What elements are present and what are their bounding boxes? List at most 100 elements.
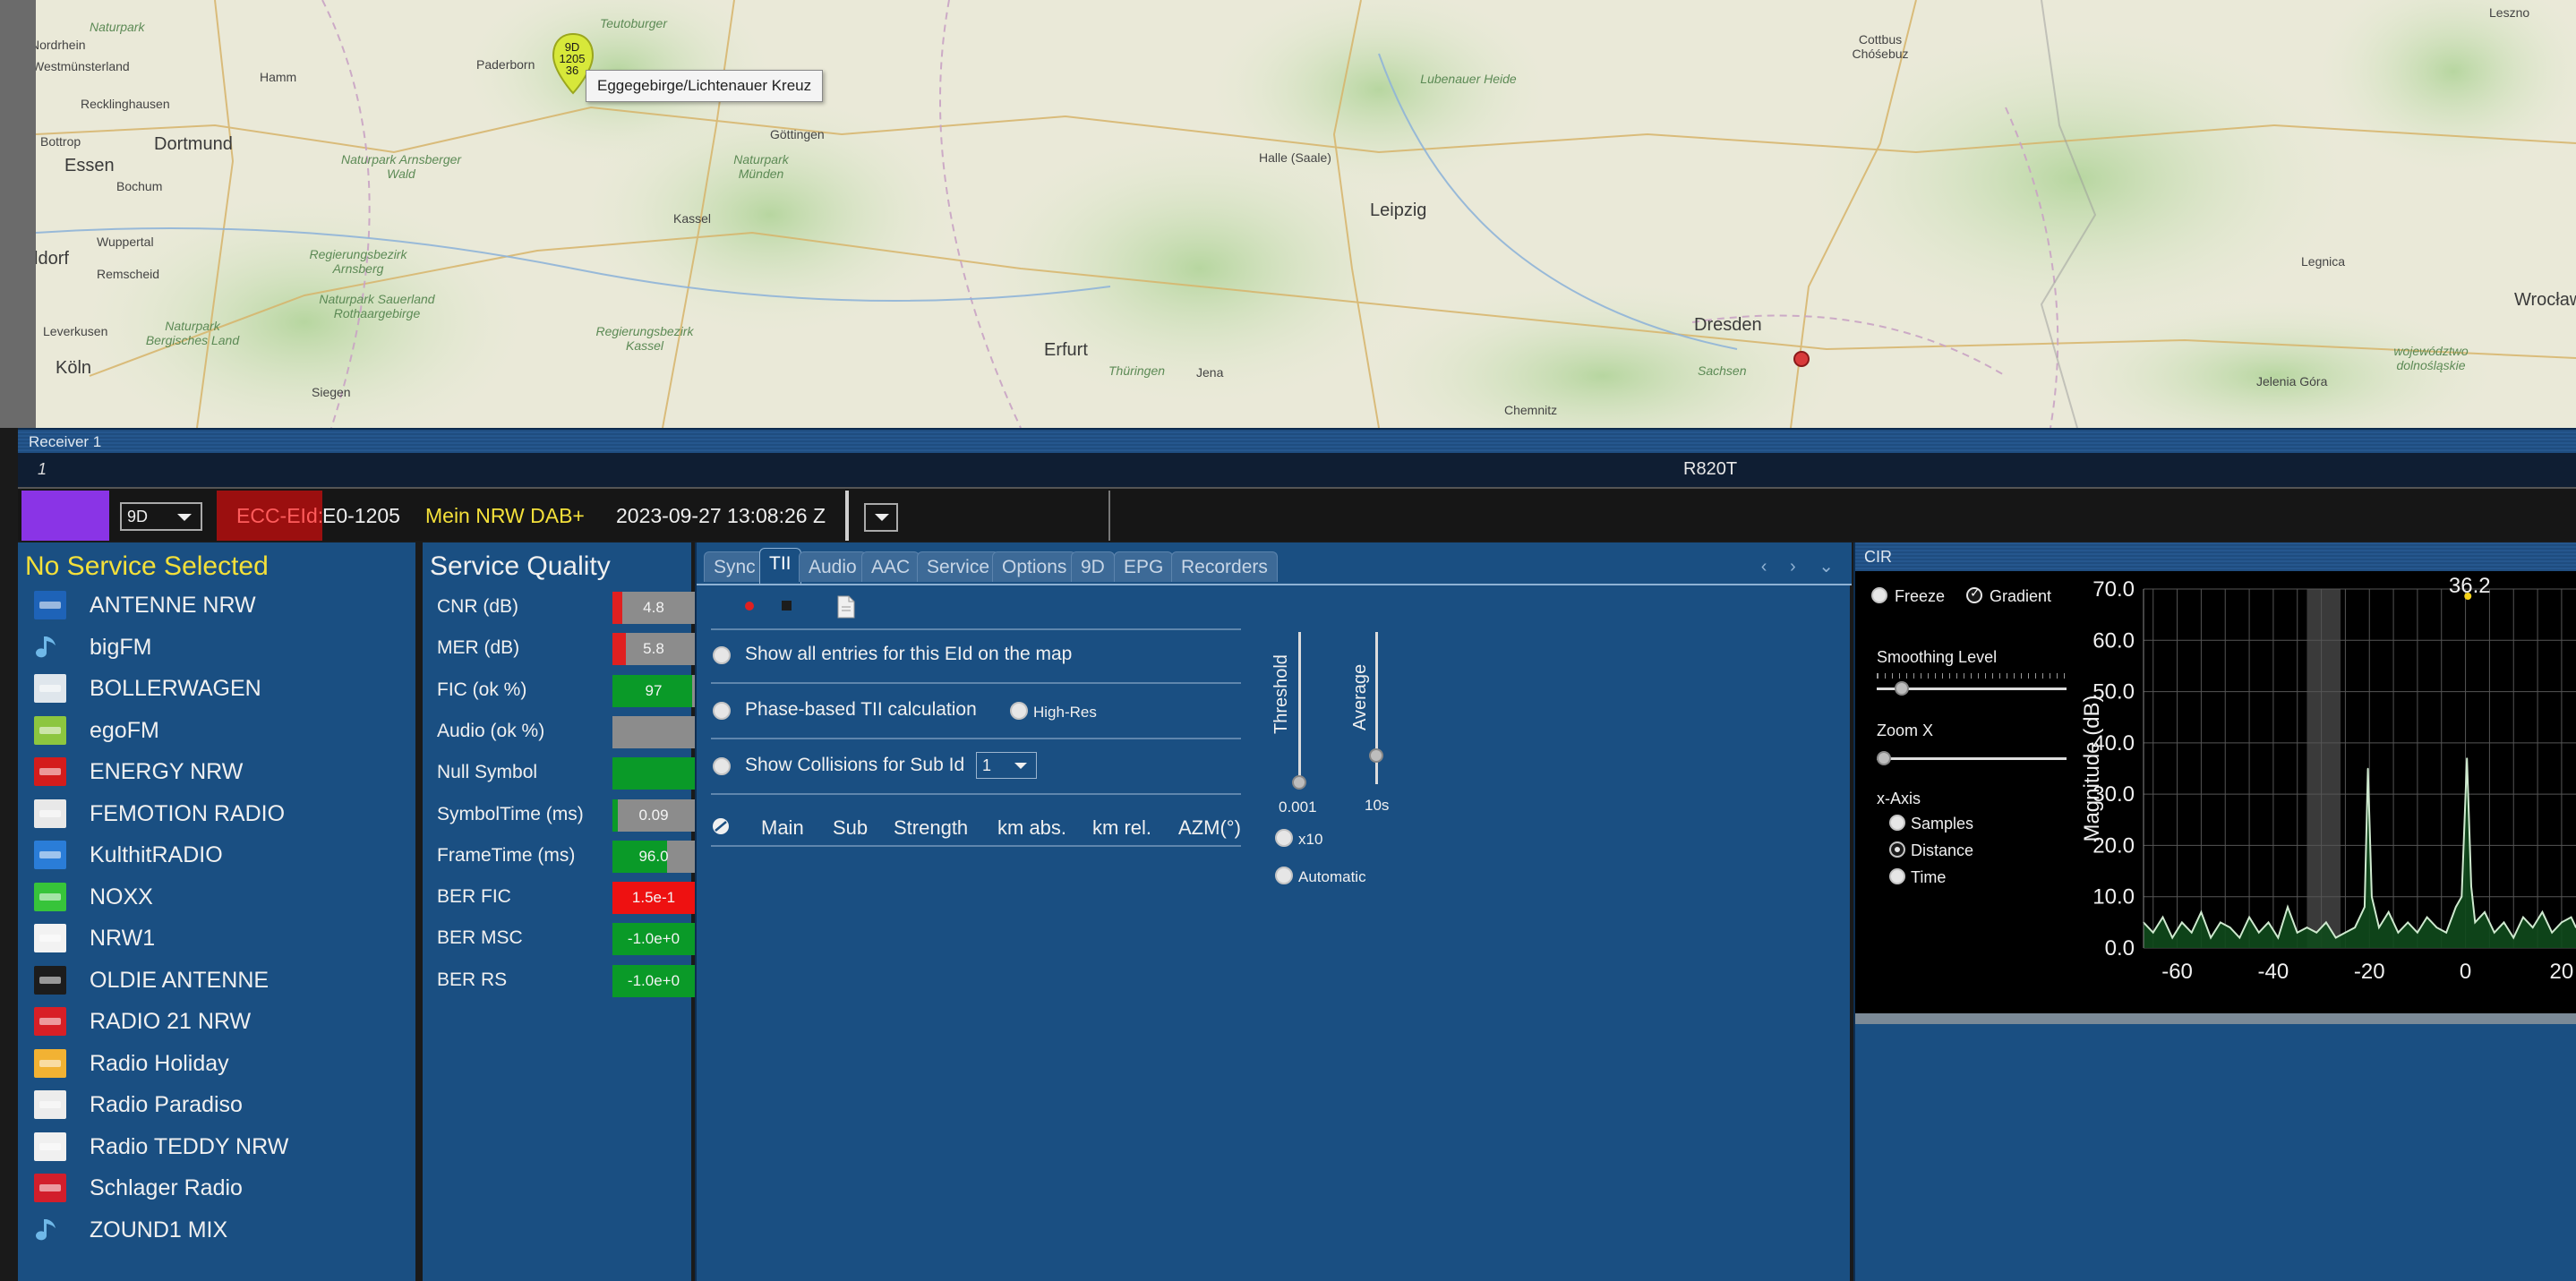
service-item[interactable]: RADIO 21 NRW (34, 1003, 410, 1039)
ensemble-menu-dropdown[interactable] (864, 503, 898, 532)
quality-value: 5.8 (643, 640, 664, 658)
column-header-azimuth[interactable]: AZM(°) (1178, 816, 1241, 840)
quality-label: Null Symbol (437, 762, 538, 783)
separator (711, 738, 1241, 739)
tab-9d[interactable]: 9D (1071, 551, 1115, 582)
tab-tii[interactable]: TII (759, 548, 801, 584)
service-quality-header: Service Quality (430, 551, 611, 581)
quality-value: 1.5e-1 (631, 889, 676, 907)
freeze-checkbox[interactable] (1871, 587, 1887, 603)
x-axis-distance-radio[interactable] (1889, 841, 1905, 858)
sub-id-select[interactable]: 1 (976, 752, 1037, 779)
service-item[interactable]: NOXX (34, 879, 410, 915)
service-item[interactable]: ANTENNE NRW (34, 587, 410, 623)
service-item[interactable]: OLDIE ANTENNE (34, 962, 410, 998)
cir-panel: CIR Freeze Gradient Smoothing Level Zoom… (1853, 542, 2576, 1281)
service-item[interactable]: egoFM (34, 713, 410, 748)
tab-sync[interactable]: Sync (704, 551, 766, 582)
tab-navigation[interactable]: ‹ › ⌄ (1761, 555, 1843, 577)
receiver-title: Receiver 1 (29, 433, 102, 450)
channel-select[interactable]: 9D (120, 502, 202, 531)
map-label-halle: Halle (Saale) (1259, 150, 1331, 165)
service-item[interactable]: BOLLERWAGEN (34, 670, 410, 706)
service-item[interactable]: FEMOTION RADIO (34, 796, 410, 832)
zoom-x-label: Zoom X (1877, 722, 1934, 739)
service-item[interactable]: Schlager Radio (34, 1170, 410, 1206)
tab-aac[interactable]: AAC (861, 551, 920, 582)
show-collisions-radio[interactable] (713, 757, 731, 775)
column-header-km-rel[interactable]: km rel. (1092, 816, 1151, 840)
service-item[interactable]: Radio Holiday (34, 1046, 410, 1081)
column-header-main[interactable]: Main (761, 816, 804, 840)
tab-service[interactable]: Service (917, 551, 1000, 582)
quality-label: FrameTime (ms) (437, 844, 576, 866)
gradient-checkbox[interactable] (1966, 586, 1982, 603)
tab-options[interactable]: Options (992, 551, 1077, 582)
x-axis-samples-radio[interactable] (1889, 815, 1905, 831)
cir-data-point (2387, 911, 2390, 913)
map-label-dresden: Dresden (1694, 315, 1762, 335)
receiver-title-bar[interactable]: Receiver 1 (18, 428, 2576, 453)
cir-data-point (2315, 932, 2317, 934)
high-res-radio[interactable] (1010, 702, 1028, 720)
document-icon[interactable] (834, 594, 858, 619)
average-slider-thumb[interactable] (1369, 748, 1383, 763)
service-item[interactable]: Radio Paradiso (34, 1087, 410, 1123)
map-label-rb-arnsberg: Regierungsbezirk Arnsberg (309, 247, 407, 276)
clear-icon[interactable] (711, 816, 731, 836)
transmitter-map[interactable]: Naturpark Nordrhein Westmünsterland Hamm… (36, 0, 2576, 428)
divider (1108, 491, 1110, 541)
zoom-x-slider-track[interactable] (1877, 757, 2067, 760)
stop-icon[interactable] (777, 596, 797, 616)
channel-select-value: 9D (127, 508, 149, 525)
threshold-label: Threshold (1271, 654, 1291, 734)
record-icon[interactable] (740, 596, 759, 616)
cir-line (2143, 757, 2576, 940)
cir-data-point (2258, 932, 2260, 934)
x-axis-time-label: Time (1911, 868, 1947, 886)
tab-audio[interactable]: Audio (799, 551, 867, 582)
cir-area (2144, 758, 2576, 948)
radio-logo-icon (34, 591, 66, 619)
cir-chart[interactable]: 0.010.020.030.040.050.060.070.0-60 -40 -20… (2079, 571, 2576, 1013)
map-label-wuppertal: Wuppertal (97, 235, 154, 249)
map-label-dortmund: Dortmund (154, 134, 233, 154)
service-item[interactable]: KulthitRADIO (34, 837, 410, 873)
smoothing-slider-thumb[interactable] (1895, 681, 1909, 696)
cir-splitter[interactable] (1855, 1013, 2576, 1024)
quality-bar: 4.8 (612, 592, 695, 624)
x10-radio[interactable] (1275, 829, 1293, 847)
service-item[interactable]: NRW1 (34, 920, 410, 956)
ecc-label: ECC-EId: (236, 504, 324, 527)
radio-logo-icon (34, 841, 66, 869)
location-marker-icon[interactable] (1793, 351, 1810, 367)
threshold-slider-track[interactable] (1298, 632, 1301, 784)
service-item[interactable]: ZOUND1 MIX (34, 1212, 410, 1248)
map-label-koln: Köln (56, 358, 92, 378)
service-item[interactable]: bigFM (34, 629, 410, 665)
map-label-jelenia: Jelenia Góra (2256, 374, 2328, 389)
map-label-dusseldorf: ldorf (36, 249, 69, 269)
cir-data-point (2470, 885, 2472, 888)
column-header-sub[interactable]: Sub (833, 816, 868, 840)
music-note-icon (34, 1216, 66, 1244)
x-axis-time-radio[interactable] (1889, 868, 1905, 884)
automatic-radio[interactable] (1275, 867, 1293, 884)
cir-title: CIR (1864, 548, 1892, 566)
average-label: Average (1350, 663, 1370, 730)
cir-y-tick-label: 0.0 (2105, 936, 2135, 961)
show-all-entries-radio[interactable] (713, 646, 731, 664)
column-header-strength[interactable]: Strength (894, 816, 968, 840)
cir-data-point (2229, 927, 2231, 928)
threshold-slider-thumb[interactable] (1292, 775, 1306, 790)
phase-based-radio[interactable] (713, 702, 731, 720)
cir-x-tick-label: 0 (2460, 960, 2471, 984)
tab-recorders[interactable]: Recorders (1171, 551, 1278, 582)
service-item[interactable]: ENERGY NRW (34, 754, 410, 790)
column-header-km-abs[interactable]: km abs. (997, 816, 1066, 840)
service-item-label: FEMOTION RADIO (90, 800, 286, 826)
zoom-x-slider-thumb[interactable] (1877, 751, 1891, 765)
cir-title-bar[interactable]: CIR (1855, 542, 2576, 571)
service-item[interactable]: Radio TEDDY NRW (34, 1129, 410, 1165)
tab-epg[interactable]: EPG (1114, 551, 1174, 582)
